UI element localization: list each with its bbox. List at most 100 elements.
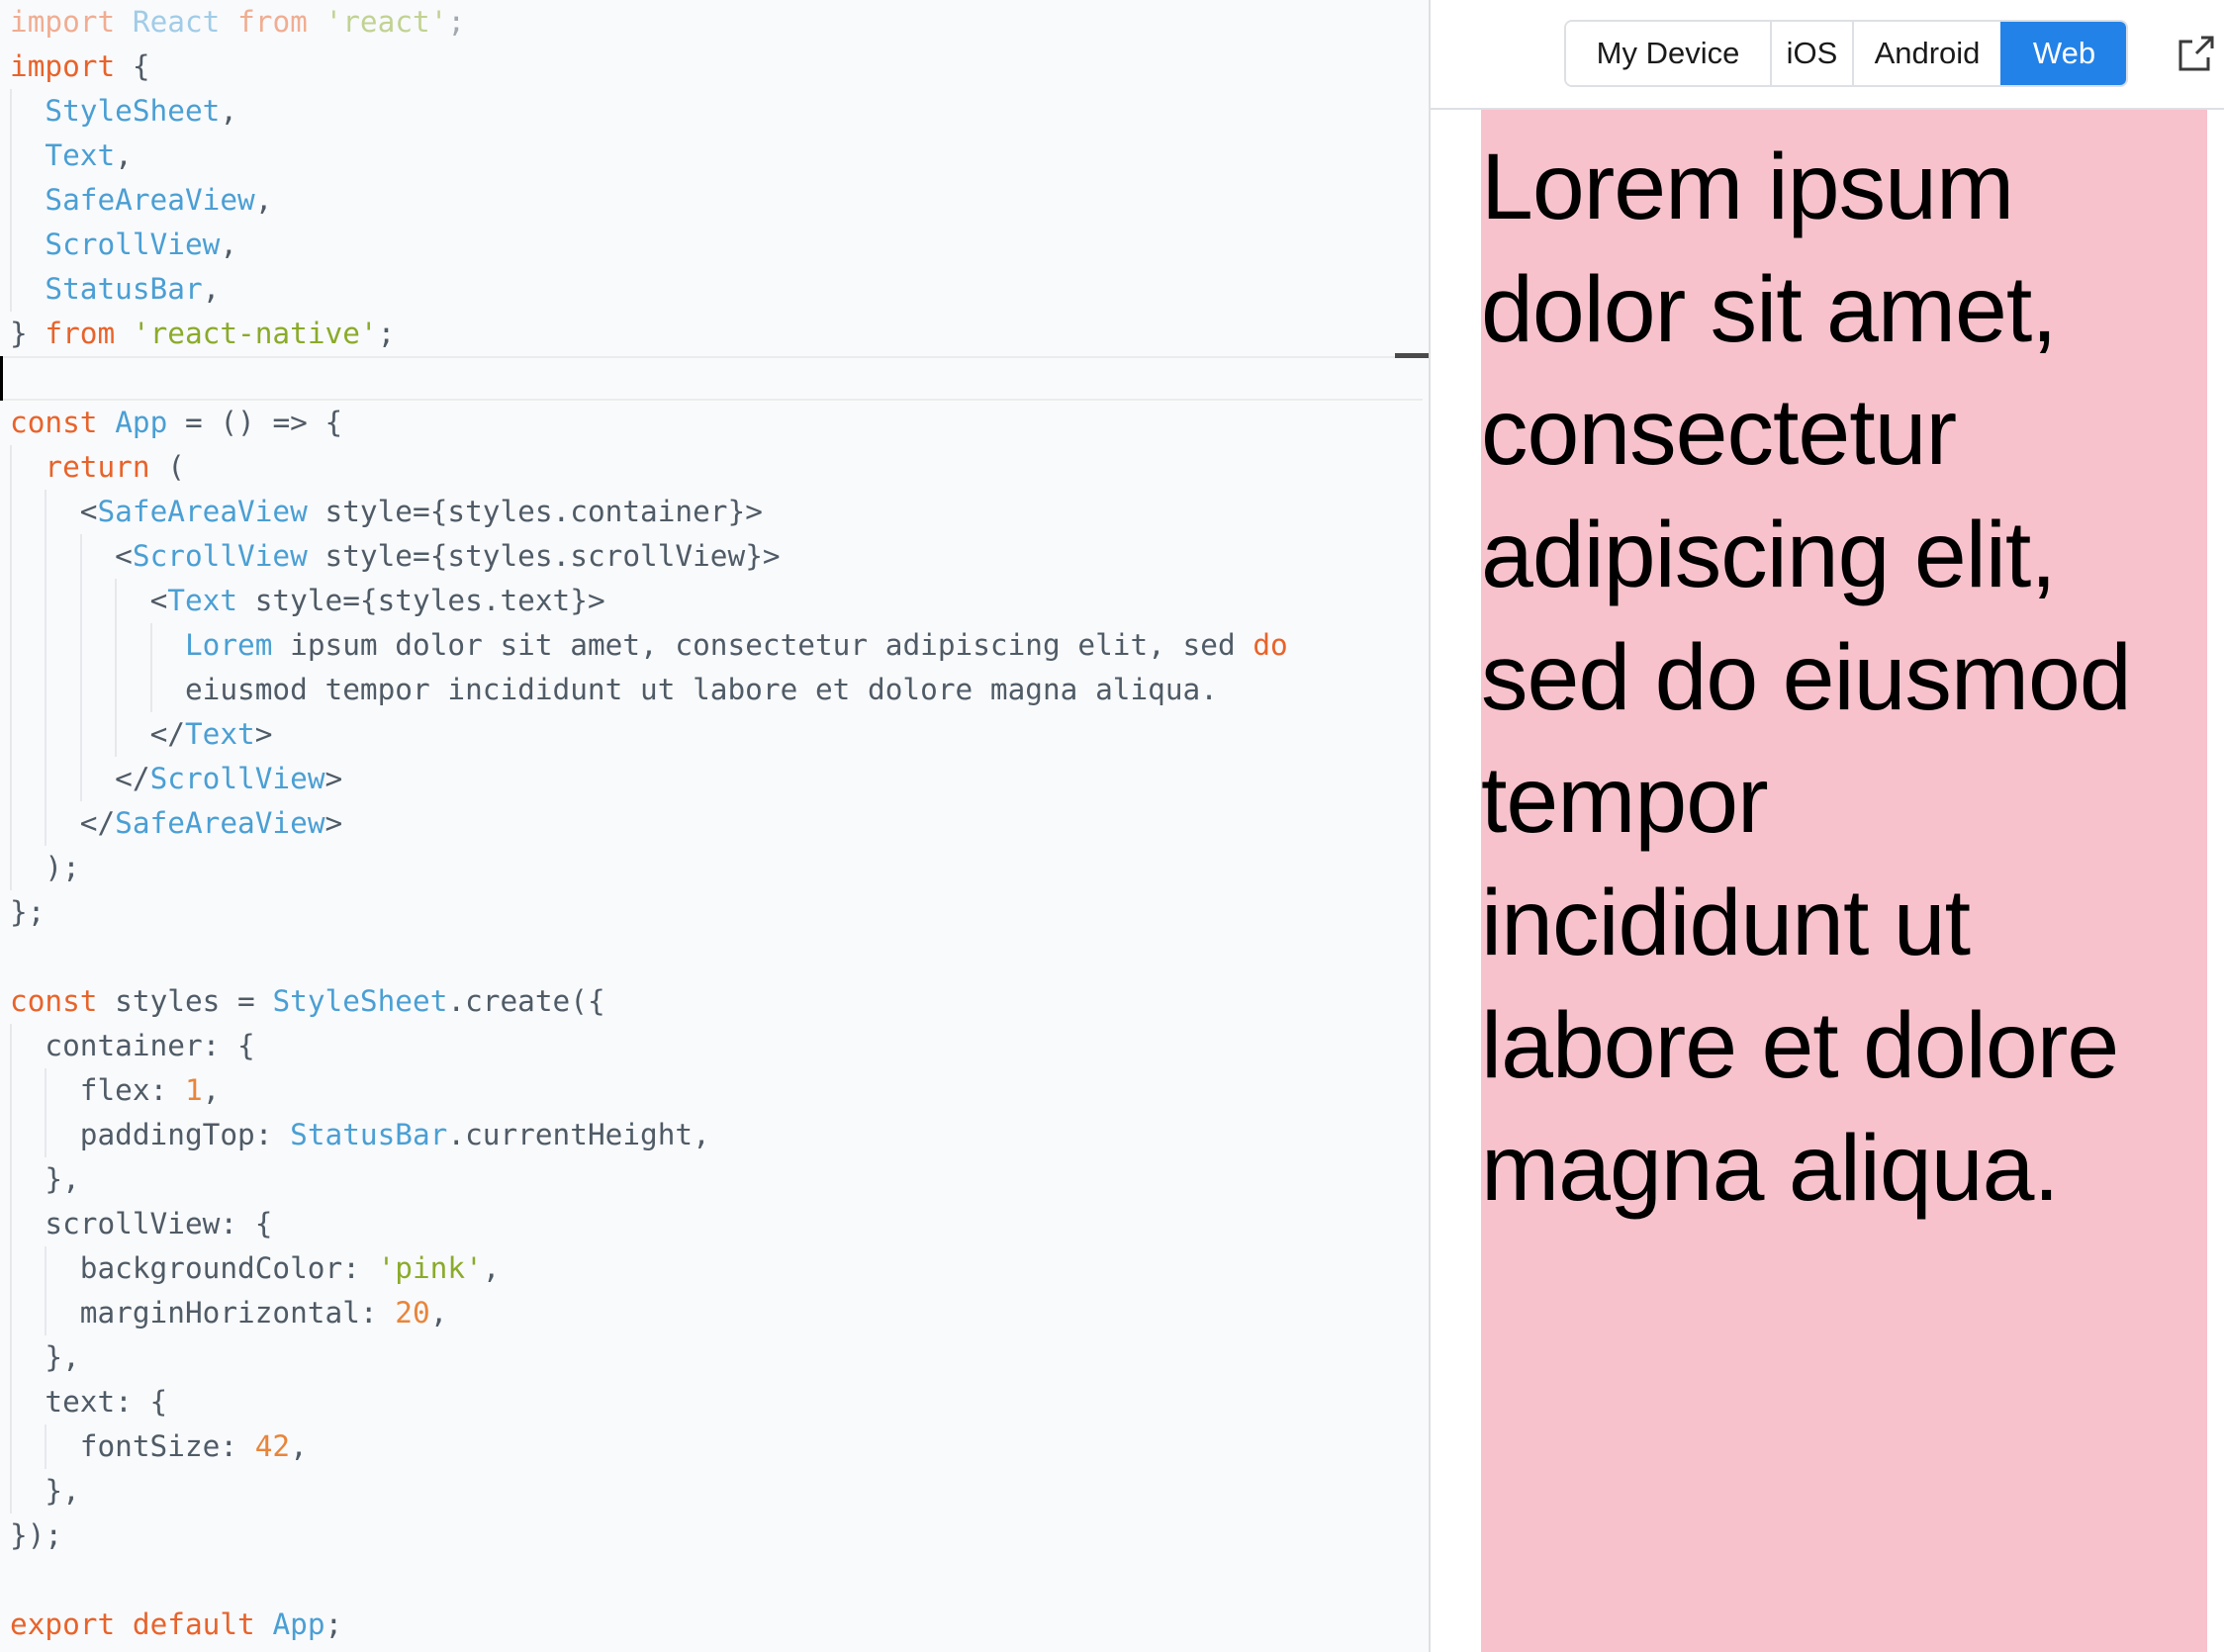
- code-token-plain: ,: [202, 1073, 221, 1107]
- code-token-plain: <: [115, 539, 133, 573]
- code-line[interactable]: },: [10, 1469, 1429, 1514]
- code-editor[interactable]: import React from 'react'; import { Style…: [0, 0, 1429, 1652]
- code-line[interactable]: <ScrollView style={styles.scrollView}>: [10, 534, 1429, 579]
- indent-guide: [10, 1469, 12, 1514]
- code-token-kw: from: [45, 317, 116, 350]
- indent-guide: [115, 579, 118, 623]
- code-line[interactable]: backgroundColor: 'pink',: [10, 1246, 1429, 1291]
- code-lines[interactable]: import React from 'react'; import { Style…: [0, 0, 1429, 1647]
- code-line[interactable]: </SafeAreaView>: [10, 801, 1429, 846]
- code-token-id: ScrollView: [132, 539, 308, 573]
- code-line[interactable]: <Text style={styles.text}>: [10, 579, 1429, 623]
- indent-guide: [45, 757, 47, 801]
- indent-guide: [45, 1291, 47, 1335]
- indent-guide: [10, 1024, 12, 1068]
- tab-my-device[interactable]: My Device: [1566, 22, 1770, 85]
- code-token-str: 'react-native': [132, 317, 378, 350]
- code-line[interactable]: fontSize: 42,: [10, 1424, 1429, 1469]
- code-line[interactable]: Lorem ipsum dolor sit amet, consectetur …: [10, 623, 1429, 668]
- code-line[interactable]: </ScrollView>: [10, 757, 1429, 801]
- code-line[interactable]: scrollView: {: [10, 1202, 1429, 1246]
- code-line[interactable]: );: [10, 846, 1429, 890]
- indent-guide: [149, 668, 152, 712]
- code-token-plain: ,: [220, 94, 238, 128]
- code-token-str: 'react': [324, 5, 448, 39]
- code-token-id: ScrollView: [45, 228, 221, 261]
- code-token-plain: },: [45, 1474, 80, 1508]
- scroll-view[interactable]: Lorem ipsum dolor sit amet, consectetur adi…: [1481, 110, 2207, 1652]
- code-token-plain: = () => {: [167, 406, 343, 439]
- code-line[interactable]: ScrollView,: [10, 223, 1429, 267]
- code-token-plain: scrollView: {: [45, 1207, 273, 1240]
- indent-guide: [79, 534, 82, 579]
- rendered-text-line: sed do eiusmod: [1481, 625, 2132, 730]
- code-line[interactable]: });: [10, 1514, 1429, 1558]
- code-line[interactable]: [10, 935, 1429, 979]
- indent-guide: [45, 712, 47, 757]
- tab-web[interactable]: Web: [2000, 22, 2126, 85]
- code-line[interactable]: export default App;: [10, 1603, 1429, 1647]
- code-line[interactable]: },: [10, 1335, 1429, 1380]
- tab-android[interactable]: Android: [1852, 22, 2000, 85]
- code-line[interactable]: <SafeAreaView style={styles.container}>: [10, 490, 1429, 534]
- code-token-plain: <: [79, 495, 98, 528]
- code-token-plain: flex:: [79, 1073, 185, 1107]
- code-line[interactable]: } from 'react-native';: [10, 312, 1429, 356]
- code-line[interactable]: eiusmod tempor incididunt ut labore et d…: [10, 668, 1429, 712]
- rendered-text-line: consectetur: [1481, 380, 1957, 485]
- indent-guide: [10, 1380, 12, 1424]
- code-token-id: ScrollView: [149, 762, 325, 795]
- rendered-text-line: tempor: [1481, 748, 1769, 853]
- indent-guide: [10, 1113, 12, 1157]
- indent-guide: [10, 445, 12, 490]
- code-line[interactable]: },: [10, 1157, 1429, 1202]
- code-token-plain: >: [324, 806, 343, 840]
- code-line[interactable]: marginHorizontal: 20,: [10, 1291, 1429, 1335]
- code-line[interactable]: </Text>: [10, 712, 1429, 757]
- code-line[interactable]: const styles = StyleSheet.create({: [10, 979, 1429, 1024]
- text-cursor: [0, 356, 3, 401]
- code-line[interactable]: [0, 356, 1423, 401]
- external-link-icon[interactable]: [2177, 34, 2216, 73]
- code-token-id: StatusBar: [290, 1118, 448, 1151]
- indent-guide: [10, 223, 12, 267]
- indent-guide: [45, 1424, 47, 1469]
- code-line[interactable]: import {: [10, 45, 1429, 89]
- code-token-plain: .currentHeight,: [447, 1118, 710, 1151]
- code-line[interactable]: container: {: [10, 1024, 1429, 1068]
- rendered-text-line: labore et dolore: [1481, 993, 2119, 1098]
- code-token-plain: marginHorizontal:: [79, 1296, 396, 1330]
- code-token-str: 'pink': [377, 1251, 483, 1285]
- code-line[interactable]: StyleSheet,: [10, 89, 1429, 134]
- code-line[interactable]: [10, 1558, 1429, 1603]
- code-token-plain: (: [149, 450, 185, 484]
- code-line[interactable]: StatusBar,: [10, 267, 1429, 312]
- code-line[interactable]: Text,: [10, 134, 1429, 178]
- code-line[interactable]: return (: [10, 445, 1429, 490]
- code-line[interactable]: paddingTop: StatusBar.currentHeight,: [10, 1113, 1429, 1157]
- preview-header: My Device iOS Android Web: [1431, 0, 2224, 110]
- indent-guide: [45, 490, 47, 534]
- code-line[interactable]: import React from 'react';: [10, 0, 1429, 45]
- code-line[interactable]: flex: 1,: [10, 1068, 1429, 1113]
- indent-guide: [10, 712, 12, 757]
- code-token-plain: paddingTop:: [79, 1118, 291, 1151]
- code-line[interactable]: text: {: [10, 1380, 1429, 1424]
- code-line[interactable]: SafeAreaView,: [10, 178, 1429, 223]
- indent-guide: [10, 1157, 12, 1202]
- code-token-plain: {: [115, 49, 150, 83]
- code-token-plain: ipsum dolor sit amet, consectetur adipis…: [272, 628, 1253, 662]
- tab-ios[interactable]: iOS: [1770, 22, 1852, 85]
- code-line[interactable]: const App = () => {: [10, 401, 1429, 445]
- code-line[interactable]: };: [10, 890, 1429, 935]
- code-token-id: App: [115, 406, 168, 439]
- indent-guide: [45, 1068, 47, 1113]
